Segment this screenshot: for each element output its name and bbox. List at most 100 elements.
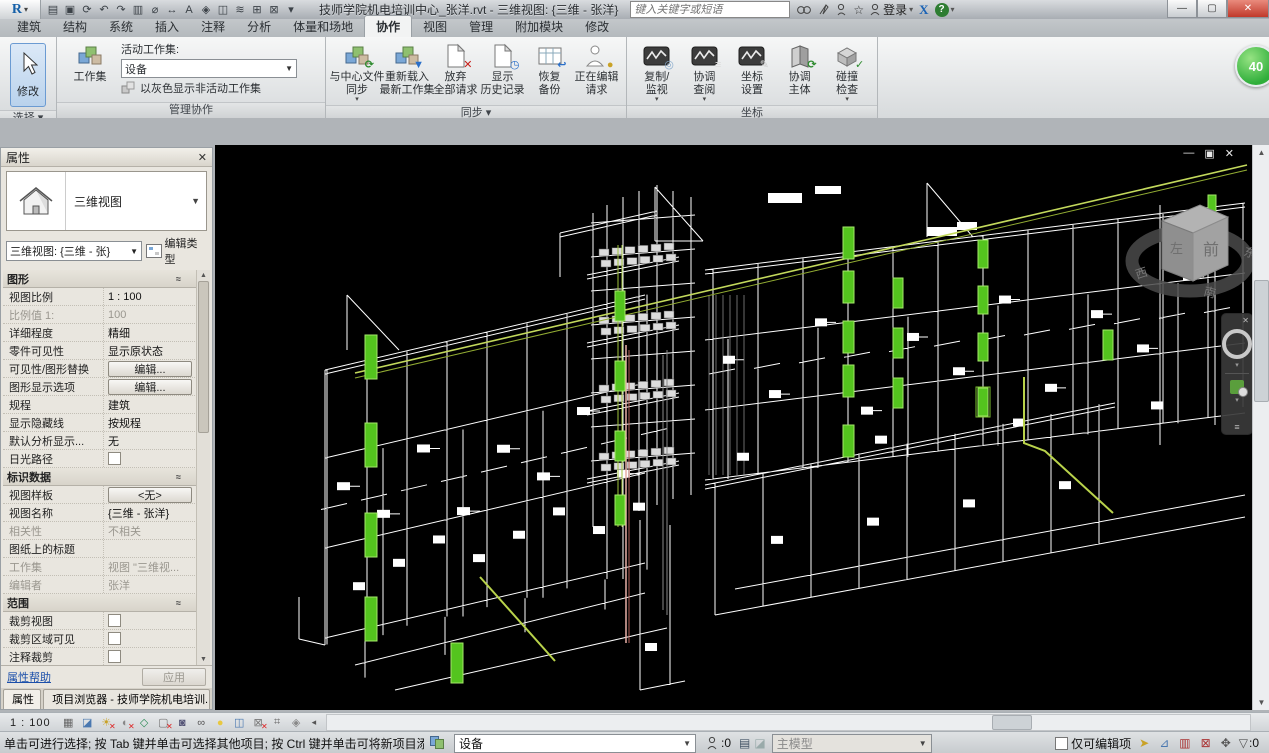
view-restore-icon[interactable]: ▣ (1204, 147, 1214, 160)
temporary-hide-isolate-icon[interactable]: ∞ (193, 715, 210, 730)
checkbox[interactable] (108, 614, 121, 627)
tab-分析[interactable]: 分析 (236, 16, 282, 37)
group-header-图形[interactable]: 图形≈ (3, 270, 197, 288)
property-value[interactable] (103, 450, 197, 467)
sun-path-off-icon[interactable]: ☀✕ (98, 715, 115, 730)
crop-region-icon[interactable]: ◙ (174, 715, 191, 730)
property-value[interactable] (103, 540, 197, 557)
rendering-dialog-icon[interactable]: ◇ (136, 715, 153, 730)
exclude-options-toggle-icon[interactable]: ▥ (1179, 736, 1190, 750)
property-value[interactable] (103, 630, 197, 647)
property-value[interactable]: 100 (103, 306, 197, 323)
crop-view-off-icon[interactable]: ▢✕ (155, 715, 172, 730)
property-value[interactable]: 1 : 100 (103, 288, 197, 305)
scroll-down-icon[interactable]: ▼ (1258, 695, 1266, 710)
design-options-icon[interactable]: ▤ (739, 736, 750, 750)
close-button[interactable]: ✕ (1227, 0, 1269, 18)
close-icon[interactable]: ✕ (198, 151, 207, 164)
tab-系统[interactable]: 系统 (98, 16, 144, 37)
3d-wireframe-model[interactable] (215, 145, 1252, 710)
detail-level-icon[interactable]: ▦ (60, 715, 77, 730)
property-value[interactable]: 精细 (103, 324, 197, 341)
palette-tab-properties[interactable]: 属性 (3, 689, 41, 709)
edit-button[interactable]: <无> (108, 487, 192, 503)
property-value[interactable]: 无 (103, 432, 197, 449)
tab-插入[interactable]: 插入 (144, 16, 190, 37)
communication-center-icon[interactable] (836, 3, 847, 16)
property-value[interactable] (103, 648, 197, 665)
active-workset-dropdown[interactable]: 设备▼ (121, 59, 297, 78)
editing-requests-indicator[interactable]: :0 (706, 736, 731, 750)
drag-elements-toggle-icon[interactable]: ⊠ (1201, 736, 1211, 750)
properties-help-link[interactable]: 属性帮助 (7, 669, 51, 685)
close-icon[interactable]: ✕ (1242, 316, 1249, 325)
group-header-标识数据[interactable]: 标识数据≈ (3, 468, 197, 486)
property-value[interactable]: <无> (103, 486, 197, 503)
select-underlay-toggle-icon[interactable]: ⊿ (1159, 736, 1169, 750)
horizontal-scrollbar[interactable] (326, 714, 1251, 731)
drawing-area[interactable]: — ▣ ✕ 西南东前左 ✕ ▾ ▾ ≡ (215, 145, 1252, 710)
scrollbar-thumb[interactable] (992, 715, 1032, 730)
checkbox[interactable] (108, 452, 121, 465)
active-workset-status-dropdown[interactable]: 设备▼ (454, 734, 696, 753)
chevron-down-icon[interactable]: ▾ (1235, 396, 1239, 404)
show-history-button[interactable]: ◷显示历史记录 (479, 40, 526, 105)
relinquish-all-button[interactable]: ✕放弃全部请求 (432, 40, 479, 105)
edit-type-button[interactable]: 编辑类型 (146, 235, 207, 267)
edit-button[interactable]: 编辑... (108, 379, 192, 395)
gray-inactive-worksets-toggle[interactable]: 以灰色显示非活动工作集 (121, 80, 297, 96)
communication-badge[interactable]: 40 (1235, 45, 1269, 87)
instance-selector[interactable]: 三维视图: {三维 - 张}▼ (6, 241, 142, 261)
minimize-button[interactable]: — (1167, 0, 1197, 18)
worksharing-display-icon[interactable]: ◫ (231, 715, 248, 730)
favorites-icon[interactable]: ☆ (853, 3, 864, 17)
tab-建筑[interactable]: 建筑 (6, 16, 52, 37)
scroll-left-icon[interactable]: ◂ (306, 717, 323, 728)
coordination-review-button[interactable]: ≡协调查阅▾ (681, 40, 729, 105)
shadows-off-icon[interactable]: ◐✕ (117, 715, 134, 730)
edit-button[interactable]: 编辑... (108, 361, 192, 377)
tab-协作[interactable]: 协作 (364, 15, 412, 37)
filter-indicator[interactable]: ▽ :0 (1239, 736, 1259, 750)
property-value[interactable]: 按规程 (103, 414, 197, 431)
coordinates-button[interactable]: ✎坐标设置 (728, 40, 776, 105)
help-button[interactable]: ?▾ (935, 3, 955, 17)
navbar-menu-icon[interactable]: ≡ (1234, 422, 1239, 432)
reveal-hidden-elements-icon[interactable]: ● (212, 715, 229, 730)
scroll-up-icon[interactable]: ▲ (1258, 145, 1266, 160)
sync-central-button[interactable]: ⟳与中心文件同步▾ (332, 40, 382, 105)
visual-style-icon[interactable]: ◪ (79, 715, 96, 730)
exchange-apps-icon[interactable]: X (919, 2, 928, 18)
tab-修改[interactable]: 修改 (574, 16, 620, 37)
editing-requests-button[interactable]: ●正在编辑请求 (573, 40, 620, 105)
reload-latest-button[interactable]: ▼重新载入最新工作集 (382, 40, 432, 105)
maximize-button[interactable]: ▢ (1197, 0, 1227, 18)
tab-注释[interactable]: 注释 (190, 16, 236, 37)
select-links-toggle-icon[interactable]: ➤ (1139, 736, 1149, 750)
view-scale-button[interactable]: 1 : 100 (0, 717, 59, 729)
tab-视图[interactable]: 视图 (412, 16, 458, 37)
analytical-model-icon[interactable]: ⌗ (269, 715, 286, 730)
property-value[interactable] (103, 612, 197, 629)
view-minimize-icon[interactable]: — (1183, 147, 1194, 160)
property-value[interactable]: 视图 "三维视... (103, 558, 197, 575)
property-value[interactable]: 编辑... (103, 360, 197, 377)
group-header-范围[interactable]: 范围≈ (3, 594, 197, 612)
property-value[interactable]: 显示原状态 (103, 342, 197, 359)
properties-title-bar[interactable]: 属性 ✕ (1, 148, 212, 167)
tab-管理[interactable]: 管理 (458, 16, 504, 37)
properties-scrollbar[interactable]: ▲ ▼ (196, 270, 210, 665)
view-close-icon[interactable]: ✕ (1225, 147, 1234, 160)
search-icon[interactable] (796, 4, 812, 16)
property-value[interactable]: 张洋 (103, 576, 197, 593)
chevron-down-icon[interactable]: ▾ (1235, 361, 1239, 369)
scrollbar-thumb[interactable] (1254, 280, 1269, 402)
checkbox[interactable] (108, 632, 121, 645)
vertical-scrollbar[interactable]: ▲ ▼ (1252, 145, 1269, 710)
view-cube[interactable]: 西南东前左 (1115, 183, 1252, 318)
property-value[interactable]: {三维 - 张洋} (103, 504, 197, 521)
scroll-up-icon[interactable]: ▲ (200, 270, 207, 281)
tab-附加模块[interactable]: 附加模块 (504, 16, 574, 37)
checkbox[interactable] (108, 650, 121, 663)
tab-体量和场地[interactable]: 体量和场地 (282, 16, 364, 37)
